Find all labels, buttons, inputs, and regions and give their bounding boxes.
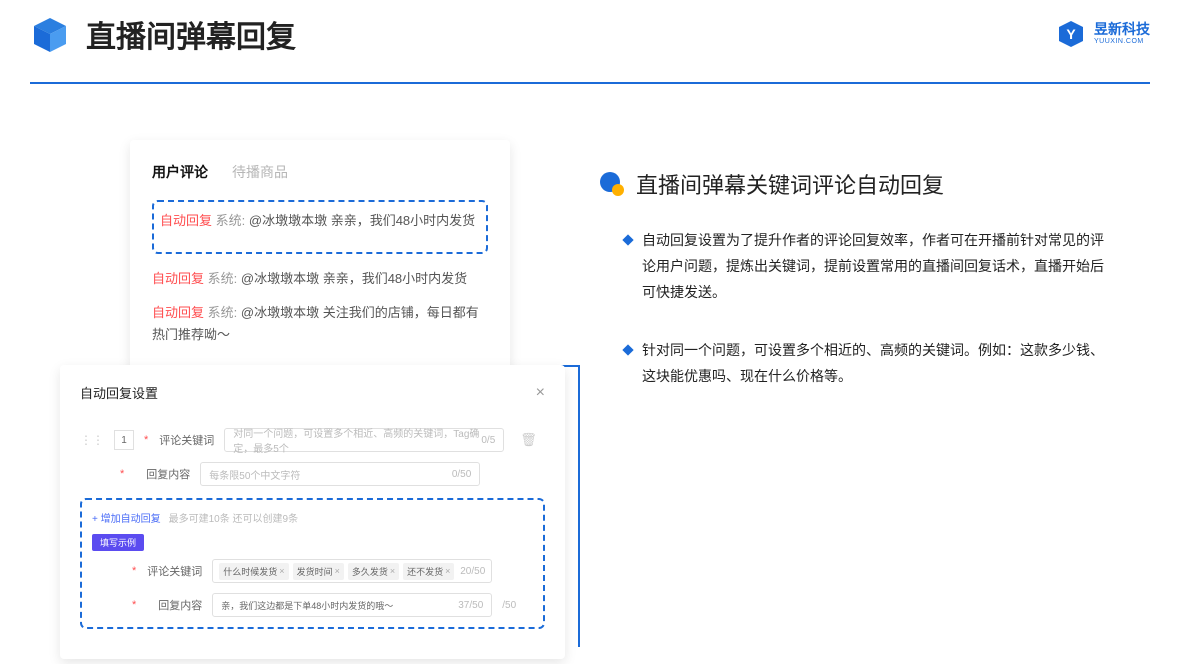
bullet-list: 自动回复设置为了提升作者的评论回复效率，作者可在开播前针对常见的评论用户问题，提… bbox=[600, 228, 1140, 389]
brand-name-en: YUUXIN.COM bbox=[1094, 38, 1150, 46]
label-keyword: 评论关键词 bbox=[146, 563, 202, 579]
system-label: 系统: bbox=[216, 213, 246, 228]
example-badge: 填写示例 bbox=[92, 534, 144, 551]
cube-icon bbox=[30, 14, 70, 54]
tag-item: 还不发货× bbox=[403, 563, 454, 580]
outer-counter: /50 bbox=[502, 600, 516, 611]
example-box: + 增加自动回复 最多可建10条 还可以创建9条 填写示例 * 评论关键词 什么… bbox=[80, 498, 545, 629]
modal-header: 自动回复设置 × bbox=[80, 383, 545, 402]
counter: 0/5 bbox=[481, 435, 495, 446]
drag-handle-icon[interactable]: ⋮⋮ bbox=[80, 433, 104, 447]
header-divider bbox=[30, 82, 1150, 84]
close-icon[interactable]: × bbox=[536, 384, 545, 402]
auto-reply-badge: 自动回复 bbox=[160, 213, 212, 228]
auto-reply-badge: 自动回复 bbox=[152, 271, 204, 286]
tag-group: 什么时候发货× 发货时间× 多久发货× 还不发货× bbox=[219, 563, 454, 580]
bullet-item: 针对同一个问题，可设置多个相近的、高频的关键词。例如：这款多少钱、这块能优惠吗、… bbox=[642, 338, 1140, 390]
required-star: * bbox=[144, 434, 148, 446]
brand-logo: Y 昱新科技 YUUXIN.COM bbox=[1056, 19, 1150, 49]
example-content-text: 亲，我们这边都是下单48小时内发货的哦～ bbox=[221, 599, 393, 612]
brand-icon: Y bbox=[1056, 19, 1086, 49]
form-row-content: * 回复内容 每条限50个中文字符 0/50 bbox=[80, 462, 545, 486]
label-keyword: 评论关键词 bbox=[158, 432, 214, 448]
label-content: 回复内容 bbox=[146, 597, 202, 613]
brand-text: 昱新科技 YUUXIN.COM bbox=[1094, 22, 1150, 45]
add-hint: 最多可建10条 还可以创建9条 bbox=[169, 510, 298, 525]
placeholder: 每条限50个中文字符 bbox=[209, 467, 300, 482]
system-label: 系统: bbox=[208, 271, 238, 286]
tab-user-comments[interactable]: 用户评论 bbox=[152, 162, 208, 182]
tag-item: 多久发货× bbox=[348, 563, 399, 580]
auto-reply-badge: 自动回复 bbox=[152, 305, 204, 320]
delete-icon[interactable]: 🗑 bbox=[520, 432, 537, 448]
bullet-item: 自动回复设置为了提升作者的评论回复效率，作者可在开播前针对常见的评论用户问题，提… bbox=[642, 228, 1140, 306]
tab-pending-goods[interactable]: 待播商品 bbox=[232, 162, 288, 182]
form-block: ⋮⋮ 1 * 评论关键词 对同一个问题，可设置多个相近、高频的关键词，Tag确定… bbox=[80, 428, 545, 629]
placeholder: 对同一个问题，可设置多个相近、高频的关键词，Tag确定，最多5个 bbox=[233, 425, 481, 455]
section-header: 直播间弹幕关键词评论自动回复 bbox=[600, 168, 1140, 200]
content-input[interactable]: 每条限50个中文字符 0/50 bbox=[200, 462, 480, 486]
counter: 0/50 bbox=[452, 469, 471, 480]
reply-line-1: 自动回复 系统: @冰墩墩本墩 亲亲，我们48小时内发货 bbox=[160, 210, 480, 232]
highlighted-reply-box: 自动回复 系统: @冰墩墩本墩 亲亲，我们48小时内发货 bbox=[152, 200, 488, 254]
reply-text: @冰墩墩本墩 亲亲，我们48小时内发货 bbox=[241, 271, 467, 286]
index-box: 1 bbox=[114, 430, 134, 450]
required-star: * bbox=[132, 565, 136, 577]
connector-v bbox=[578, 367, 580, 647]
reply-text: @冰墩墩本墩 亲亲，我们48小时内发货 bbox=[249, 213, 475, 228]
tag-item: 什么时候发货× bbox=[219, 563, 288, 580]
required-star: * bbox=[132, 599, 136, 611]
required-star: * bbox=[120, 468, 124, 480]
section-title: 直播间弹幕关键词评论自动回复 bbox=[636, 168, 944, 200]
label-content: 回复内容 bbox=[134, 466, 190, 482]
tabs: 用户评论 待播商品 bbox=[152, 162, 488, 182]
example-row-content: * 回复内容 亲，我们这边都是下单48小时内发货的哦～ 37/50 /50 bbox=[92, 593, 533, 617]
tag-item: 发货时间× bbox=[293, 563, 344, 580]
page-header: 直播间弹幕回复 Y 昱新科技 YUUXIN.COM bbox=[30, 12, 1150, 56]
header-left: 直播间弹幕回复 bbox=[30, 12, 296, 56]
modal-title: 自动回复设置 bbox=[80, 383, 158, 402]
counter: 37/50 bbox=[458, 600, 483, 611]
page-title: 直播间弹幕回复 bbox=[86, 12, 296, 56]
counter: 20/50 bbox=[460, 566, 485, 577]
add-row: + 增加自动回复 最多可建10条 还可以创建9条 bbox=[92, 510, 533, 525]
example-row-keyword: * 评论关键词 什么时候发货× 发货时间× 多久发货× 还不发货× 20/50 bbox=[92, 559, 533, 583]
reply-line-3: 自动回复 系统: @冰墩墩本墩 关注我们的店铺，每日都有热门推荐呦～ bbox=[152, 302, 488, 346]
svg-text:Y: Y bbox=[1066, 26, 1076, 42]
form-row-keyword: ⋮⋮ 1 * 评论关键词 对同一个问题，可设置多个相近、高频的关键词，Tag确定… bbox=[80, 428, 545, 452]
settings-modal: 自动回复设置 × ⋮⋮ 1 * 评论关键词 对同一个问题，可设置多个相近、高频的… bbox=[60, 365, 565, 659]
brand-name-cn: 昱新科技 bbox=[1094, 22, 1150, 37]
keyword-input[interactable]: 对同一个问题，可设置多个相近、高频的关键词，Tag确定，最多5个 0/5 bbox=[224, 428, 504, 452]
bullet-dot-icon bbox=[600, 172, 624, 196]
description-area: 直播间弹幕关键词评论自动回复 自动回复设置为了提升作者的评论回复效率，作者可在开… bbox=[600, 168, 1140, 421]
example-keyword-input[interactable]: 什么时候发货× 发货时间× 多久发货× 还不发货× 20/50 bbox=[212, 559, 492, 583]
example-content-input[interactable]: 亲，我们这边都是下单48小时内发货的哦～ 37/50 bbox=[212, 593, 492, 617]
comments-card: 用户评论 待播商品 自动回复 系统: @冰墩墩本墩 亲亲，我们48小时内发货 自… bbox=[130, 140, 510, 383]
reply-line-2: 自动回复 系统: @冰墩墩本墩 亲亲，我们48小时内发货 bbox=[152, 268, 488, 290]
mock-area: 用户评论 待播商品 自动回复 系统: @冰墩墩本墩 亲亲，我们48小时内发货 自… bbox=[60, 140, 580, 630]
add-auto-reply-link[interactable]: + 增加自动回复 bbox=[92, 510, 161, 525]
system-label: 系统: bbox=[208, 305, 238, 320]
